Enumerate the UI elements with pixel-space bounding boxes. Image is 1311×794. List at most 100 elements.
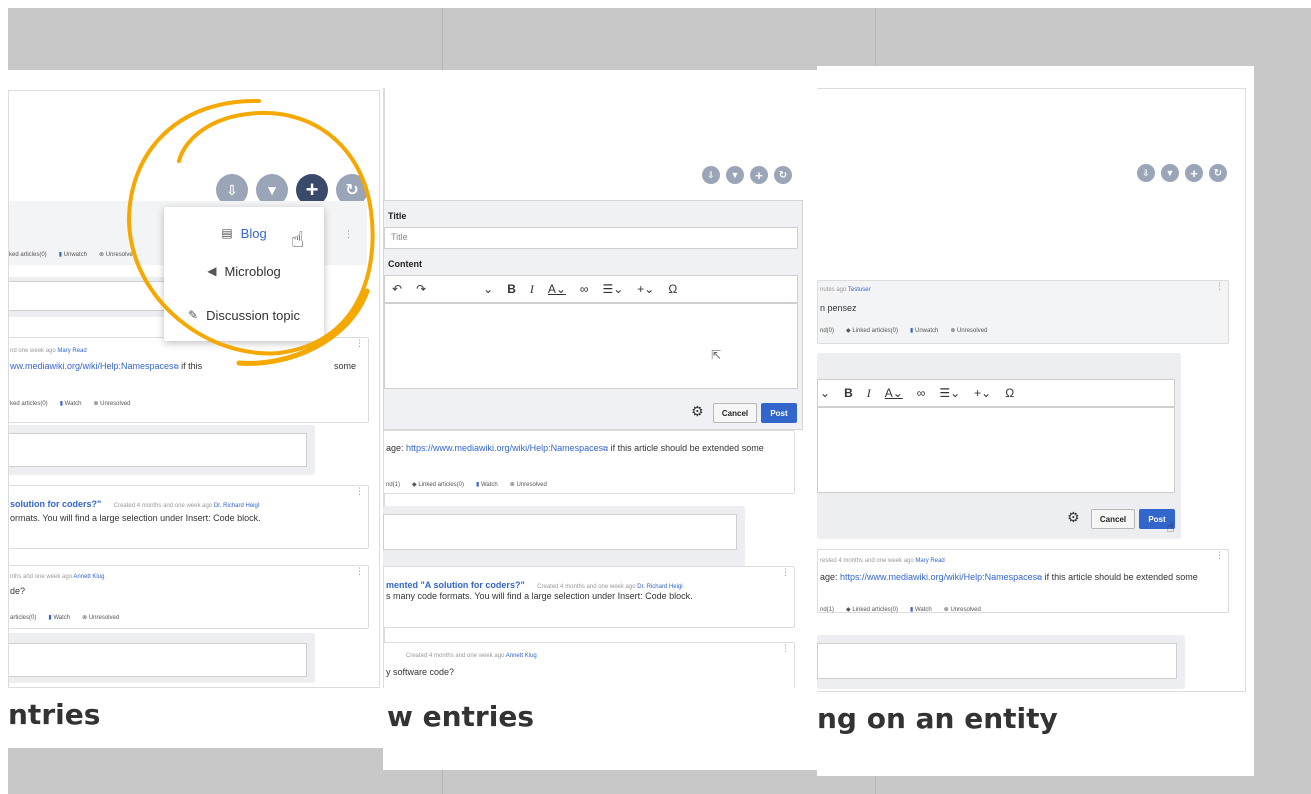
cancel-button[interactable]: Cancel	[713, 403, 757, 423]
entry-card: age: https://www.mediawiki.org/wiki/Help…	[383, 430, 795, 494]
unresolved-link[interactable]: ⊗ Unresolved	[82, 614, 119, 621]
entry-title-link[interactable]: solution for coders?"	[10, 499, 101, 509]
more-icon[interactable]: ⋮	[781, 567, 790, 578]
author-link[interactable]: Dr. Richard Heigl	[637, 584, 682, 590]
cancel-button[interactable]: Cancel	[1091, 509, 1135, 529]
list-icon[interactable]: ☰⌄	[932, 386, 967, 400]
insert-icon[interactable]: +⌄	[630, 282, 661, 296]
unresolved-link[interactable]: ⊗ Unresolved	[944, 606, 981, 613]
editor-toolbar: ↶ ↷ ⌄ B I A⌄ ∞ ☰⌄ +⌄ Ω	[384, 275, 798, 303]
redo-icon[interactable]: ↷	[409, 282, 433, 296]
tag-icon: ◆	[846, 328, 851, 334]
settings-icon[interactable]: ⚙	[691, 403, 704, 420]
more-icon[interactable]: ⋮	[1215, 281, 1224, 292]
unwatch-link[interactable]: ▮ Unwatch	[59, 251, 87, 258]
add-icon[interactable]: +	[1185, 164, 1203, 182]
format-dropdown-icon[interactable]: ⌄	[433, 282, 500, 296]
more-icon[interactable]: ⋮	[355, 566, 364, 577]
list-icon[interactable]: ☰⌄	[595, 282, 630, 296]
unresolved-link[interactable]: ⊗ Unresolved	[93, 400, 130, 407]
linked-articles-link[interactable]: ◆ Linked articles(0)	[846, 606, 898, 613]
entry-card: Created 4 months and one week ago Annett…	[383, 642, 795, 688]
title-input[interactable]: Title	[384, 227, 798, 249]
entry-title-link[interactable]: mented "A solution for coders?"	[386, 580, 525, 590]
linked-articles-link[interactable]: ◆ Linked articles(0)	[846, 327, 898, 334]
namespace-link[interactable]: https://www.mediawiki.org/wiki/Help:Name…	[406, 443, 603, 453]
reply-input[interactable]	[9, 433, 307, 467]
watch-link[interactable]: ▮ Watch	[48, 614, 70, 621]
author-link[interactable]: Mary Read	[915, 558, 944, 564]
linked-articles-link[interactable]: ◆ Linked articles(0)	[412, 481, 464, 488]
entry-actions: ked articles(0) ▮ Watch ⊗ Unresolved	[10, 400, 131, 408]
author-link[interactable]: Testuser	[848, 287, 871, 293]
tag-icon: ◆	[846, 607, 851, 613]
entry-actions: articles(0) ▮ Watch ⊗ Unresolved	[10, 614, 119, 622]
entry-actions: nd(0) ◆ Linked articles(0) ▮ Unwatch ⊗ U…	[820, 327, 988, 335]
bookmark-icon: ▮	[910, 607, 914, 613]
linked-articles-link[interactable]: ked articles(0)	[10, 401, 48, 407]
format-dropdown-icon[interactable]: ⌄	[818, 386, 837, 400]
author-link[interactable]: Annett Klug	[73, 574, 104, 580]
unresolved-link[interactable]: ⊗ Unresolved	[510, 481, 547, 488]
special-character-icon[interactable]: Ω	[998, 386, 1021, 400]
refresh-icon[interactable]: ↻	[774, 166, 792, 184]
slide-caption: w entries	[387, 700, 534, 733]
entry-card: solution for coders?" Created 4 months a…	[9, 485, 369, 549]
slide-caption: ntries	[8, 698, 101, 731]
post-button[interactable]: Post	[761, 403, 797, 423]
bold-icon[interactable]: B	[837, 386, 860, 400]
sort-icon[interactable]: ⇩	[702, 166, 720, 184]
linked-articles-link[interactable]: articles(0)	[10, 615, 36, 621]
more-icon[interactable]: ⋮	[781, 643, 790, 654]
linked-articles-link[interactable]: ked articles(0)	[9, 252, 47, 258]
italic-icon[interactable]: I	[523, 282, 541, 297]
entry-header: solution for coders?" Created 4 months a…	[10, 499, 260, 509]
sort-icon[interactable]: ⇩	[1137, 164, 1155, 182]
text-style-icon[interactable]: A⌄	[878, 386, 910, 400]
add-icon[interactable]: +	[750, 166, 768, 184]
comment-editor[interactable]	[817, 407, 1175, 493]
status-icon: ⊗	[943, 607, 949, 613]
text-style-icon[interactable]: A⌄	[541, 282, 573, 296]
link-icon[interactable]: ∞	[910, 386, 933, 400]
content-label: Content	[388, 259, 422, 269]
italic-icon[interactable]: I	[860, 386, 878, 401]
create-entry-form: Title Title Content ↶ ↷ ⌄ B I A⌄ ∞ ☰⌄ +⌄…	[383, 200, 803, 430]
editor-toolbar: ⌄ B I A⌄ ∞ ☰⌄ +⌄ Ω	[817, 379, 1175, 407]
watch-link[interactable]: ▮ Watch	[60, 400, 82, 407]
special-character-icon[interactable]: Ω	[661, 282, 684, 296]
bookmark-icon: ▮	[476, 482, 480, 488]
unwatch-link[interactable]: ▮ Unwatch	[910, 327, 938, 334]
hand-cursor-icon: ☝	[1166, 519, 1175, 535]
more-icon[interactable]: ⋮	[355, 486, 364, 497]
entry-text: age: https://www.mediawiki.org/wiki/Help…	[820, 572, 1198, 582]
watch-link[interactable]: ▮ Watch	[910, 606, 932, 613]
filter-icon[interactable]: ▼	[726, 166, 744, 184]
author-link[interactable]: Dr. Richard Heigl	[214, 503, 259, 509]
reply-input[interactable]	[9, 643, 307, 677]
refresh-icon[interactable]: ↻	[1209, 164, 1227, 182]
content-editor[interactable]: ⇱	[384, 303, 798, 389]
slide-new-entries-menu: ⇩ ▼ + ↻ ked articles(0) ▮ Unwatch ⊗ Unre…	[8, 70, 388, 748]
watch-link[interactable]: ▮ Watch	[476, 481, 498, 488]
link-icon[interactable]: ∞	[573, 282, 596, 296]
reply-input[interactable]	[817, 643, 1177, 679]
entry-text: age: https://www.mediawiki.org/wiki/Help…	[386, 443, 764, 453]
filter-icon[interactable]: ▼	[1161, 164, 1179, 182]
bold-icon[interactable]: B	[500, 282, 523, 296]
undo-icon[interactable]: ↶	[385, 282, 409, 296]
author-link[interactable]: Mary Read	[57, 348, 86, 354]
unresolved-link[interactable]: ⊗ Unresolved	[950, 327, 987, 334]
settings-icon[interactable]: ⚙	[1067, 509, 1080, 526]
toolbar-icons: ⇩ ▼ + ↻	[702, 166, 792, 184]
entry-meta: nutes ago Testuser	[820, 287, 871, 293]
entry-card: nths and one week ago Annett Klug de? ⋮ …	[9, 565, 369, 629]
reply-input[interactable]	[383, 514, 737, 550]
namespace-link[interactable]: https://www.mediawiki.org/wiki/Help:Name…	[840, 572, 1037, 582]
insert-icon[interactable]: +⌄	[967, 386, 998, 400]
entry-text: ormats. You will find a large selection …	[10, 513, 261, 523]
author-link[interactable]: Annett Klug	[506, 653, 537, 659]
more-icon[interactable]: ⋮	[1215, 550, 1224, 561]
toolbar-icons: ⇩ ▼ + ↻	[1137, 164, 1227, 182]
entry-meta: Created 4 months and one week ago Annett…	[406, 653, 537, 659]
